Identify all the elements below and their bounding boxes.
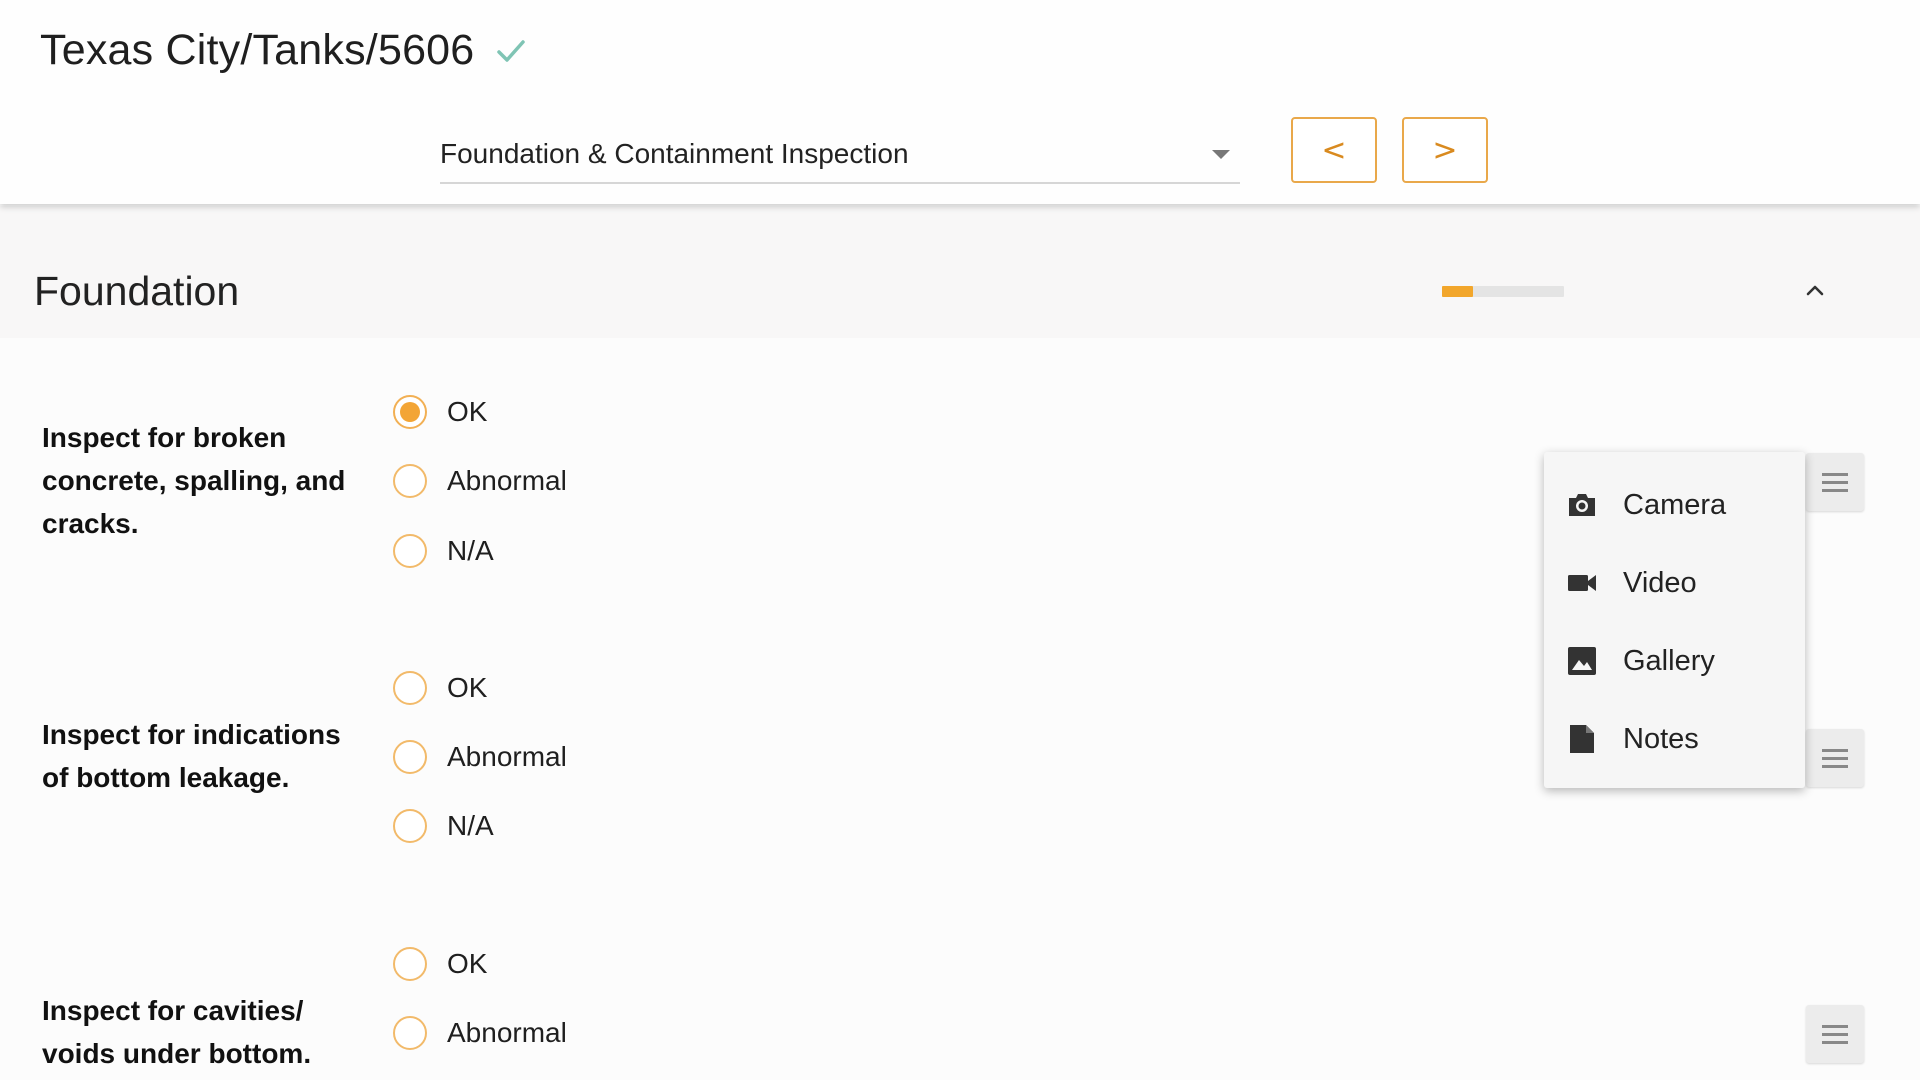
caret-down-icon — [1212, 150, 1230, 159]
attachment-menu: Camera Video Gallery Notes — [1544, 452, 1805, 788]
app-header: Texas City/Tanks/5606 Foundation & Conta… — [0, 0, 1920, 204]
radio-option-abnormal[interactable]: Abnormal — [393, 737, 567, 777]
inspection-select-value: Foundation & Containment Inspection — [440, 138, 909, 169]
question-text: Inspect for cavities/ voids under bottom… — [42, 995, 312, 1069]
option-label: OK — [447, 672, 488, 703]
menu-item-label: Video — [1623, 566, 1697, 599]
radio-button[interactable] — [393, 947, 427, 981]
check-icon — [497, 39, 526, 62]
radio-option-ok[interactable]: OK — [393, 392, 487, 432]
option-label: OK — [447, 948, 488, 979]
radio-button[interactable] — [393, 464, 427, 498]
option-label: Abnormal — [447, 741, 567, 772]
camera-icon — [1569, 494, 1595, 516]
title-row: Texas City/Tanks/5606 — [40, 26, 528, 75]
radio-button[interactable] — [393, 534, 427, 568]
option-label: OK — [447, 396, 488, 427]
radio-button[interactable] — [393, 1016, 427, 1050]
option-label: N/A — [447, 810, 494, 841]
next-button[interactable]: > — [1402, 117, 1488, 183]
menu-item-camera[interactable]: Camera — [1544, 474, 1805, 536]
page-title: Texas City/Tanks/5606 — [40, 26, 475, 74]
question-menu-button[interactable] — [1806, 729, 1864, 787]
question-text: Inspect for broken concrete, spalling, a… — [42, 422, 346, 539]
gallery-icon — [1568, 647, 1596, 675]
radio-option-abnormal[interactable]: Abnormal — [393, 1013, 567, 1053]
menu-item-label: Camera — [1623, 488, 1727, 521]
notes-icon — [1570, 725, 1594, 753]
radio-button[interactable] — [393, 671, 427, 705]
radio-option-na[interactable]: N/A — [393, 806, 494, 846]
radio-button[interactable] — [393, 809, 427, 843]
menu-item-label: Gallery — [1623, 644, 1715, 677]
section-progress-bar — [1442, 286, 1564, 297]
question-text: Inspect for indications of bottom leakag… — [42, 719, 341, 793]
previous-button[interactable]: < — [1291, 117, 1377, 183]
menu-item-notes[interactable]: Notes — [1544, 708, 1805, 770]
chevron-up-icon[interactable] — [1802, 280, 1828, 300]
radio-button[interactable] — [393, 395, 427, 429]
radio-option-abnormal[interactable]: Abnormal — [393, 461, 567, 501]
radio-button[interactable] — [393, 740, 427, 774]
inspection-select[interactable]: Foundation & Containment Inspection — [440, 130, 1240, 184]
menu-item-label: Notes — [1623, 722, 1699, 755]
section-header[interactable]: Foundation — [0, 206, 1920, 338]
section-progress-fill — [1442, 286, 1473, 297]
option-label: Abnormal — [447, 465, 567, 496]
menu-item-video[interactable]: Video — [1544, 552, 1805, 614]
section-title: Foundation — [34, 268, 240, 314]
radio-option-na[interactable]: N/A — [393, 531, 494, 571]
menu-item-gallery[interactable]: Gallery — [1544, 630, 1805, 692]
question-menu-button[interactable] — [1806, 453, 1864, 511]
question-menu-button[interactable] — [1806, 1005, 1864, 1063]
radio-option-ok[interactable]: OK — [393, 944, 487, 984]
radio-option-ok[interactable]: OK — [393, 668, 487, 708]
option-label: Abnormal — [447, 1017, 567, 1048]
option-label: N/A — [447, 535, 494, 566]
video-icon — [1568, 575, 1596, 591]
